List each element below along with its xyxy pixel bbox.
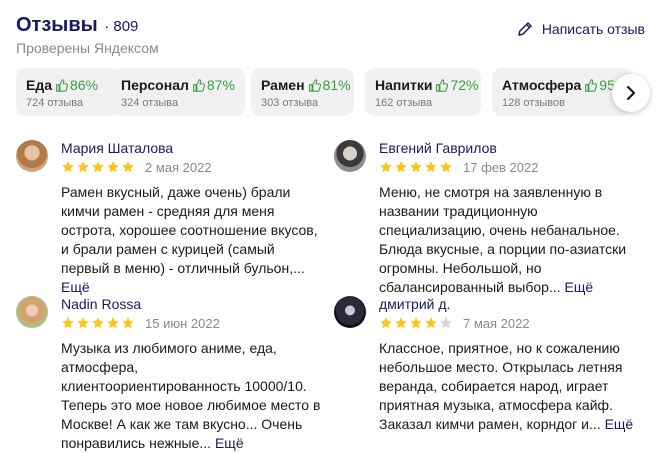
review-body: Рамен вкусный, даже очень) брали кимчи р…	[61, 184, 318, 276]
star-icon	[380, 317, 392, 329]
read-more-link[interactable]: Ещё	[605, 416, 634, 432]
review-body: Музыка из любимого аниме, еда, атмосфера…	[61, 340, 321, 451]
write-review-button[interactable]: Написать отзыв	[516, 20, 645, 38]
review-card: Мария Шаталова 2 мая 2022 Рамен вкусный,…	[16, 140, 318, 295]
star-icon	[440, 161, 452, 173]
star-icon	[92, 317, 104, 329]
star-icon	[107, 317, 119, 329]
reviews-header: Отзывы · 809 Проверены Яндексом Написать…	[16, 14, 653, 58]
star-icon	[440, 317, 452, 329]
reviewer-name[interactable]: дмитрий д.	[379, 296, 450, 312]
category-name: Персонал	[121, 77, 189, 93]
review-date: 15 июн 2022	[145, 316, 220, 331]
avatar[interactable]	[16, 296, 48, 328]
review-date: 2 мая 2022	[145, 160, 212, 175]
thumb-up-icon	[585, 79, 598, 92]
thumb-up-icon	[436, 79, 449, 92]
category-chip-atmosphere[interactable]: Атмосфера95% 128 отзывов	[492, 68, 632, 116]
category-name: Атмосфера	[502, 77, 582, 93]
star-icon	[380, 161, 392, 173]
chevron-right-icon	[626, 85, 636, 101]
reviewer-name[interactable]: Евгений Гаврилов	[379, 140, 497, 156]
thumb-up-icon	[192, 79, 205, 92]
page-title: Отзывы	[16, 14, 98, 36]
star-icon	[395, 161, 407, 173]
review-date: 7 мая 2022	[463, 316, 530, 331]
category-chip-ramen[interactable]: Рамен 81% 303 отзыва	[251, 68, 354, 116]
review-text: Рамен вкусный, даже очень) брали кимчи р…	[61, 183, 321, 297]
thumb-up-icon	[308, 79, 321, 92]
pencil-icon	[518, 22, 532, 36]
star-icon	[122, 317, 134, 329]
star-icon	[410, 161, 422, 173]
review-date: 17 фев 2022	[463, 160, 539, 175]
reviewer-name[interactable]: Мария Шаталова	[61, 140, 173, 156]
rating-stars	[379, 316, 453, 330]
review-text: Классное, приятное, но к сожалению небол…	[379, 339, 639, 434]
category-count: 162 отзыва	[375, 97, 433, 109]
star-icon	[122, 161, 134, 173]
star-icon	[107, 161, 119, 173]
review-card: Евгений Гаврилов 17 фев 2022 Меню, не см…	[334, 140, 626, 295]
review-body: Классное, приятное, но к сожалению небол…	[379, 340, 623, 432]
category-percent: 72%	[450, 77, 479, 93]
category-count: 324 отзыва	[121, 97, 179, 109]
rating-stars	[379, 160, 453, 174]
rating-stars	[61, 160, 135, 174]
categories-next-button[interactable]	[612, 74, 650, 112]
category-count: 128 отзывов	[502, 97, 565, 109]
read-more-link[interactable]: Ещё	[565, 279, 594, 295]
reviews-count: · 809	[104, 18, 139, 35]
star-icon	[62, 317, 74, 329]
category-chip-drinks[interactable]: Напитки 72% 162 отзыва	[365, 68, 481, 116]
read-more-link[interactable]: Ещё	[61, 279, 90, 295]
review-card: Nadin Rossa 15 июн 2022 Музыка из любимо…	[16, 296, 320, 451]
category-percent: 87%	[206, 77, 235, 93]
review-text: Музыка из любимого аниме, еда, атмосфера…	[61, 339, 321, 453]
category-name: Напитки	[375, 77, 433, 93]
thumb-up-icon	[56, 79, 69, 92]
star-icon	[77, 161, 89, 173]
review-card: дмитрий д. 7 мая 2022 Классное, приятное…	[334, 296, 633, 441]
category-chip-food[interactable]: Еда 86% 724 отзыва	[16, 68, 119, 116]
category-percent: 81%	[322, 77, 351, 93]
category-chips: Еда 86% 724 отзыва Персонал 87% 324 отзыва…	[16, 68, 646, 116]
read-more-link[interactable]: Ещё	[215, 435, 244, 451]
verified-subtitle: Проверены Яндексом	[16, 40, 159, 56]
category-count: 724 отзыва	[26, 97, 84, 109]
write-review-label: Написать отзыв	[541, 21, 645, 37]
star-icon	[92, 161, 104, 173]
category-percent: 86%	[70, 77, 99, 93]
star-icon	[425, 317, 437, 329]
star-icon	[77, 317, 89, 329]
rating-stars	[61, 316, 135, 330]
avatar[interactable]	[16, 140, 48, 172]
category-name: Еда	[26, 77, 53, 93]
avatar[interactable]	[334, 296, 366, 328]
star-icon	[410, 317, 422, 329]
avatar[interactable]	[334, 140, 366, 172]
star-icon	[425, 161, 437, 173]
category-chip-staff[interactable]: Персонал 87% 324 отзыва	[111, 68, 245, 116]
reviewer-name[interactable]: Nadin Rossa	[61, 296, 141, 312]
category-count: 303 отзыва	[261, 97, 319, 109]
category-name: Рамен	[261, 77, 305, 93]
star-icon	[62, 161, 74, 173]
star-icon	[395, 317, 407, 329]
review-text: Меню, не смотря на заявленную в названии…	[379, 183, 639, 297]
